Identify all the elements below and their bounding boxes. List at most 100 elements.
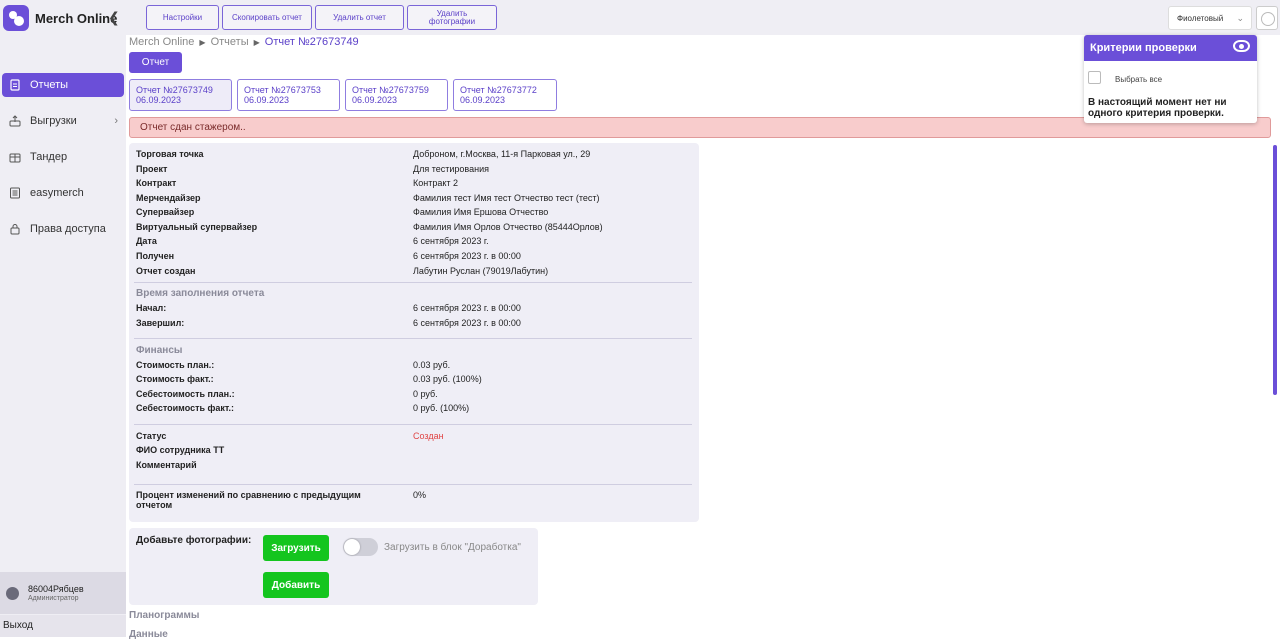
upload-button[interactable]: Загрузить — [263, 535, 329, 561]
report-card[interactable]: Отчет №27673759 06.09.2023 — [345, 79, 448, 111]
scrollbar[interactable] — [1273, 145, 1277, 395]
info-value: Фамилия Имя Ершова Отчество — [413, 207, 549, 217]
info-value: 0 руб. — [413, 389, 438, 399]
chevron-down-icon: ⌄ — [1236, 12, 1244, 23]
sidebar: Merch Online ❮ Отчеты Выгрузки › Тандер — [0, 0, 126, 637]
sidebar-item-access[interactable]: Права доступа — [2, 217, 124, 241]
select-all-label: Выбрать все — [1115, 75, 1163, 84]
section-title-time: Время заполнения отчета — [136, 288, 265, 299]
section-title-planograms[interactable]: Планограммы — [129, 610, 199, 621]
info-label: Мерчендайзер — [136, 193, 201, 203]
report-card[interactable]: Отчет №27673749 06.09.2023 — [129, 79, 232, 111]
info-label: Супервайзер — [136, 207, 195, 217]
info-value: Фамилия тест Имя тест Отчество тест (тес… — [413, 193, 600, 203]
sidebar-item-reports[interactable]: Отчеты — [2, 73, 124, 97]
info-label: Комментарий — [136, 460, 197, 470]
rework-toggle[interactable] — [343, 538, 378, 556]
settings-button[interactable]: Настройки — [146, 5, 219, 30]
info-label: Себестоимость факт.: — [136, 403, 235, 413]
report-info-panel: Торговая точка Доброном, г.Москва, 11-я П… — [129, 143, 699, 522]
collapse-sidebar-icon[interactable]: ❮ — [108, 9, 120, 26]
info-value: 0 руб. (100%) — [413, 403, 470, 413]
toolbar: Настройки Скопировать отчет Удалить отче… — [126, 0, 1280, 35]
eye-icon[interactable] — [1233, 40, 1250, 52]
report-card-date: 06.09.2023 — [244, 95, 290, 105]
avatar — [6, 586, 19, 600]
info-label: Получен — [136, 251, 175, 261]
info-label: Отчет создан — [136, 266, 196, 276]
breadcrumb-separator-icon: ▶ — [253, 38, 260, 47]
sidebar-item-exports[interactable]: Выгрузки › — [2, 109, 124, 133]
rework-toggle-label: Загрузить в блок "Доработка" — [384, 542, 521, 553]
sidebar-item-label: Тандер — [30, 151, 68, 163]
info-value: 0.03 руб. (100%) — [413, 374, 482, 384]
info-value: 6 сентября 2023 г. в 00:00 — [413, 303, 521, 313]
lock-icon — [8, 222, 22, 236]
chevron-right-icon: › — [114, 115, 118, 127]
section-title-finance: Финансы — [136, 345, 183, 356]
sidebar-item-tander[interactable]: Тандер — [2, 145, 124, 169]
delete-photos-button[interactable]: Удалить фотографии — [407, 5, 497, 30]
report-card-title: Отчет №27673759 — [352, 85, 429, 95]
report-card-date: 06.09.2023 — [352, 95, 398, 105]
theme-select-value: Фиолетовый — [1177, 13, 1224, 23]
info-value: Лабутин Руслан (79019Лабутин) — [413, 266, 549, 276]
app-name: Merch Online — [35, 10, 118, 26]
info-label: Дата — [136, 236, 157, 246]
report-card-title: Отчет №27673749 — [136, 85, 213, 95]
info-value: 0% — [413, 490, 427, 500]
breadcrumb-separator-icon: ▶ — [199, 38, 206, 47]
sidebar-item-label: easymerch — [30, 187, 84, 199]
info-label: Процент изменений по сравнению с предыду… — [136, 490, 361, 510]
list-icon — [8, 186, 22, 200]
info-value: Контракт 2 — [413, 178, 459, 188]
tab-report[interactable]: Отчет — [129, 52, 182, 73]
divider — [134, 282, 692, 283]
user-profile[interactable]: 86004Рябцев Администратор — [0, 572, 126, 614]
delete-report-button[interactable]: Удалить отчет — [315, 5, 404, 30]
info-label: Стоимость план.: — [136, 360, 215, 370]
criteria-header: Критерии проверки — [1084, 35, 1257, 61]
copy-report-button[interactable]: Скопировать отчет — [222, 5, 312, 30]
info-label: Виртуальный супервайзер — [136, 222, 258, 232]
refresh-button[interactable] — [1256, 6, 1278, 30]
status-badge: Создан — [413, 431, 444, 441]
info-label: Статус — [136, 431, 167, 441]
section-title-data[interactable]: Данные — [129, 629, 168, 640]
report-icon — [8, 78, 22, 92]
theme-select[interactable]: Фиолетовый ⌄ — [1168, 6, 1252, 30]
sidebar-item-label: Отчеты — [30, 79, 69, 91]
brand[interactable]: Merch Online — [3, 4, 117, 32]
divider — [134, 484, 692, 485]
info-value: 6 сентября 2023 г. в 00:00 — [413, 318, 521, 328]
info-label: Торговая точка — [136, 149, 204, 159]
sidebar-item-label: Права доступа — [30, 223, 106, 235]
breadcrumb-current: Отчет №27673749 — [264, 36, 359, 48]
info-value: Доброном, г.Москва, 11-я Парковая ул., 2… — [413, 149, 591, 159]
export-icon — [8, 114, 22, 128]
store-icon — [8, 150, 22, 164]
info-value: 0.03 руб. — [413, 360, 451, 370]
info-value: 6 сентября 2023 г. — [413, 236, 489, 246]
breadcrumb: Merch Online ▶ Отчеты ▶ Отчет №27673749 — [129, 36, 359, 48]
report-card[interactable]: Отчет №27673753 06.09.2023 — [237, 79, 340, 111]
logout-button[interactable]: Выход — [0, 615, 126, 637]
info-label: Завершил: — [136, 318, 185, 328]
report-card-title: Отчет №27673753 — [244, 85, 321, 95]
sidebar-nav: Отчеты Выгрузки › Тандер easymerch Права… — [2, 73, 124, 253]
sidebar-item-easymerch[interactable]: easymerch — [2, 181, 124, 205]
criteria-panel: Критерии проверки Выбрать все В настоящи… — [1084, 35, 1257, 123]
report-card[interactable]: Отчет №27673772 06.09.2023 — [453, 79, 557, 111]
criteria-empty-note: В настоящий момент нет ни одного критери… — [1088, 97, 1227, 119]
photo-upload-panel: Добавьте фотографии: Загрузить Загрузить… — [129, 528, 538, 605]
divider — [134, 338, 692, 339]
criteria-title: Критерии проверки — [1090, 42, 1197, 54]
report-card-date: 06.09.2023 — [460, 95, 506, 105]
info-value: Для тестирования — [413, 164, 489, 174]
breadcrumb-home[interactable]: Merch Online — [129, 36, 194, 48]
add-button[interactable]: Добавить — [263, 572, 329, 598]
report-card-title: Отчет №27673772 — [460, 85, 537, 95]
sidebar-item-label: Выгрузки — [30, 115, 77, 127]
breadcrumb-reports[interactable]: Отчеты — [211, 36, 249, 48]
select-all-checkbox[interactable] — [1088, 71, 1101, 84]
